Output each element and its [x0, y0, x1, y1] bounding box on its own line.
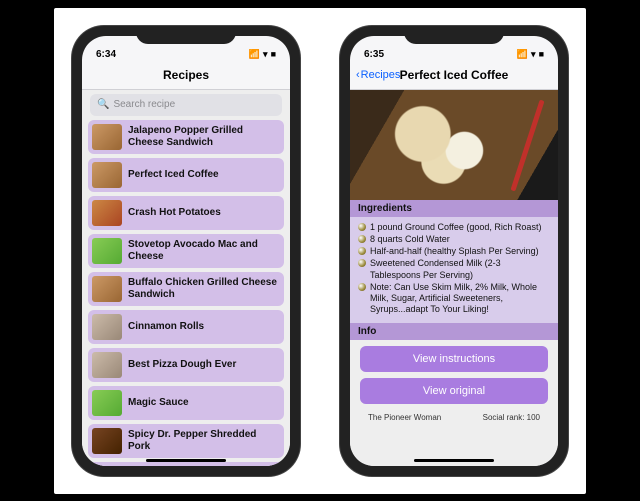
search-icon: 🔍 — [97, 99, 109, 110]
ingredient-text: Sweetened Condensed Milk (2-3 Tablespoon… — [370, 258, 550, 281]
recipe-title: Stovetop Avocado Mac and Cheese — [128, 239, 280, 262]
ingredient-text: 8 quarts Cold Water — [370, 234, 450, 245]
search-placeholder: Search recipe — [113, 99, 175, 110]
ingredient-text: Note: Can Use Skim Milk, 2% Milk, Whole … — [370, 282, 550, 316]
recipe-thumb — [92, 390, 122, 416]
recipe-thumb — [92, 238, 122, 264]
recipe-thumb — [92, 124, 122, 150]
view-instructions-button[interactable]: View instructions — [360, 346, 548, 372]
recipe-row[interactable]: Spicy Dr. Pepper Shredded Pork — [88, 424, 284, 458]
view-original-button[interactable]: View original — [360, 378, 548, 404]
recipe-title: Cinnamon Rolls — [128, 321, 204, 333]
ingredient-item: Note: Can Use Skim Milk, 2% Milk, Whole … — [358, 282, 550, 316]
bullet-icon — [358, 247, 366, 255]
recipe-title: Magic Sauce — [128, 397, 189, 409]
notch — [136, 26, 236, 44]
recipe-row[interactable]: Jalapeno Popper Grilled Cheese Sandwich — [88, 120, 284, 154]
bullet-icon — [358, 259, 366, 267]
recipe-title: Buffalo Chicken Grilled Cheese Sandwich — [128, 277, 280, 300]
recipe-title: Spicy Dr. Pepper Shredded Pork — [128, 429, 280, 452]
battery-icon: ■ — [539, 49, 544, 59]
clock: 6:34 — [96, 49, 116, 60]
recipe-row[interactable]: Buffalo Chicken Grilled Cheese Sandwich — [88, 272, 284, 306]
clock: 6:35 — [364, 49, 384, 60]
nav-bar: ‹ Recipes Perfect Iced Coffee — [350, 62, 558, 90]
ingredient-item: 8 quarts Cold Water — [358, 234, 550, 245]
ingredient-item: Half-and-half (healthy Splash Per Servin… — [358, 246, 550, 257]
recipe-row[interactable]: Crash Hot Potatoes — [88, 196, 284, 230]
ingredient-item: 1 pound Ground Coffee (good, Rich Roast) — [358, 222, 550, 233]
recipe-hero-image — [350, 90, 558, 200]
battery-icon: ■ — [271, 49, 276, 59]
recipe-thumb — [92, 428, 122, 454]
recipe-row[interactable]: Parmesan Roasted Potatoes — [88, 462, 284, 466]
home-indicator[interactable] — [146, 459, 226, 462]
phone-list: 6:34 📶 ▾ ■ Recipes 🔍 Search recipe Jalap… — [72, 26, 300, 476]
recipe-title: Crash Hot Potatoes — [128, 207, 221, 219]
bullet-icon — [358, 223, 366, 231]
home-indicator[interactable] — [414, 459, 494, 462]
straw — [510, 99, 544, 191]
wifi-icon: ▾ — [531, 49, 536, 60]
recipe-footer: The Pioneer Woman Social rank: 100 — [360, 410, 548, 422]
status-icons: 📶 ▾ ■ — [249, 49, 276, 60]
info-header: Info — [350, 323, 558, 340]
recipe-row[interactable]: Cinnamon Rolls — [88, 310, 284, 344]
recipe-thumb — [92, 352, 122, 378]
recipe-row[interactable]: Perfect Iced Coffee — [88, 158, 284, 192]
recipe-thumb — [92, 314, 122, 340]
page-title: Perfect Iced Coffee — [400, 68, 509, 82]
nav-bar: Recipes — [82, 62, 290, 90]
social-rank-label: Social rank: 100 — [483, 413, 540, 422]
recipe-thumb — [92, 162, 122, 188]
recipe-row[interactable]: Stovetop Avocado Mac and Cheese — [88, 234, 284, 268]
ingredient-text: 1 pound Ground Coffee (good, Rich Roast) — [370, 222, 541, 233]
recipe-title: Best Pizza Dough Ever — [128, 359, 236, 371]
signal-icon: 📶 — [249, 49, 260, 60]
signal-icon: 📶 — [517, 49, 528, 60]
ingredient-item: Sweetened Condensed Milk (2-3 Tablespoon… — [358, 258, 550, 281]
publisher-label: The Pioneer Woman — [368, 413, 441, 422]
recipe-list: Jalapeno Popper Grilled Cheese Sandwich P… — [82, 120, 290, 466]
back-button[interactable]: ‹ Recipes — [356, 69, 400, 81]
recipe-row[interactable]: Best Pizza Dough Ever — [88, 348, 284, 382]
info-section: View instructions View original The Pion… — [350, 340, 558, 428]
ingredients-section: 1 pound Ground Coffee (good, Rich Roast)… — [350, 217, 558, 323]
ingredients-header: Ingredients — [350, 200, 558, 217]
wifi-icon: ▾ — [263, 49, 268, 60]
recipe-row[interactable]: Magic Sauce — [88, 386, 284, 420]
search-input[interactable]: 🔍 Search recipe — [90, 94, 282, 116]
recipe-thumb — [92, 276, 122, 302]
notch — [404, 26, 504, 44]
recipe-thumb — [92, 200, 122, 226]
phone-detail: 6:35 📶 ▾ ■ ‹ Recipes Perfect Iced Coffee… — [340, 26, 568, 476]
recipe-title: Jalapeno Popper Grilled Cheese Sandwich — [128, 125, 280, 148]
page-title: Recipes — [163, 68, 209, 82]
bullet-icon — [358, 235, 366, 243]
chevron-left-icon: ‹ — [356, 69, 360, 81]
back-label: Recipes — [361, 69, 401, 81]
bullet-icon — [358, 283, 366, 291]
ingredient-text: Half-and-half (healthy Splash Per Servin… — [370, 246, 539, 257]
recipe-title: Perfect Iced Coffee — [128, 169, 219, 181]
status-icons: 📶 ▾ ■ — [517, 49, 544, 60]
